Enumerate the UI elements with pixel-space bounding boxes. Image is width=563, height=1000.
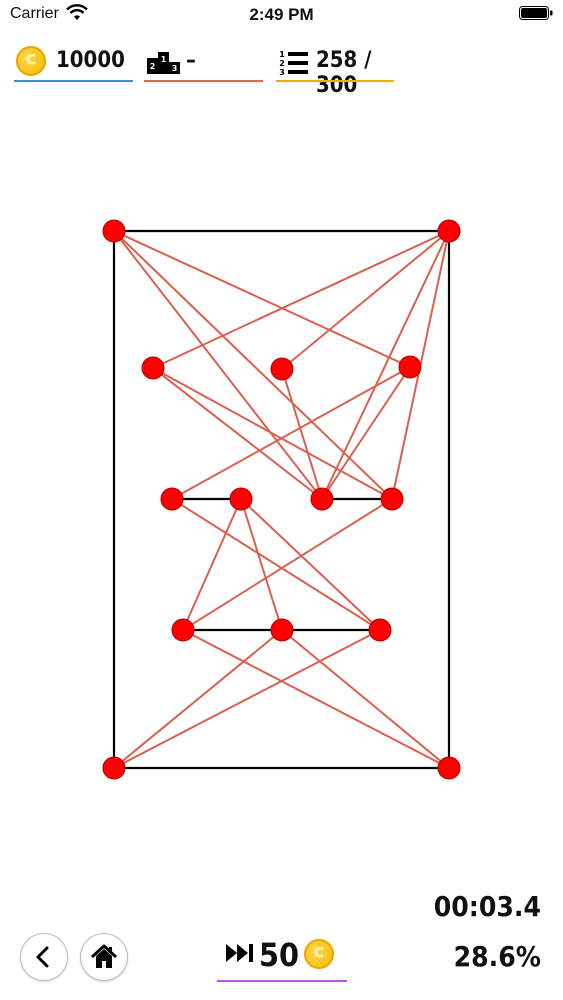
timer: 00:03.4 bbox=[433, 890, 541, 923]
home-icon bbox=[90, 944, 118, 968]
graph-node[interactable] bbox=[270, 618, 294, 642]
graph-node[interactable] bbox=[229, 487, 253, 511]
coin-icon bbox=[304, 939, 334, 969]
back-chevron-icon bbox=[36, 946, 49, 968]
skip-cost: 50 bbox=[259, 936, 300, 974]
puzzle-board[interactable] bbox=[0, 0, 563, 1000]
graph-node[interactable] bbox=[380, 487, 404, 511]
graph-node[interactable] bbox=[171, 618, 195, 642]
edge-crossing bbox=[321, 230, 450, 500]
graph-node[interactable] bbox=[368, 618, 392, 642]
graph-node[interactable] bbox=[437, 219, 461, 243]
skip-level-button[interactable]: 50 bbox=[217, 932, 347, 982]
edge-crossing bbox=[182, 498, 393, 631]
graph-node[interactable] bbox=[141, 356, 165, 380]
edge-crossing bbox=[182, 629, 450, 769]
graph-node[interactable] bbox=[398, 355, 422, 379]
graph-node[interactable] bbox=[102, 756, 126, 780]
edge-crossing bbox=[281, 629, 450, 769]
graph-node[interactable] bbox=[437, 756, 461, 780]
skip-underline bbox=[217, 980, 347, 982]
skip-forward-icon bbox=[226, 944, 253, 962]
edge-crossing bbox=[113, 629, 283, 769]
graph-node[interactable] bbox=[310, 487, 334, 511]
home-button[interactable] bbox=[80, 933, 128, 981]
progress-percent: 28.6% bbox=[453, 940, 541, 973]
graph-node[interactable] bbox=[270, 357, 294, 381]
edge-crossing bbox=[152, 230, 450, 369]
graph-node[interactable] bbox=[102, 219, 126, 243]
graph-node[interactable] bbox=[160, 487, 184, 511]
edge-crossing bbox=[182, 498, 242, 631]
edge-crossing bbox=[171, 366, 411, 500]
back-button[interactable] bbox=[20, 933, 68, 981]
edge-crossing bbox=[113, 629, 381, 769]
edge-crossing bbox=[152, 367, 323, 500]
edge-crossing bbox=[152, 367, 393, 500]
